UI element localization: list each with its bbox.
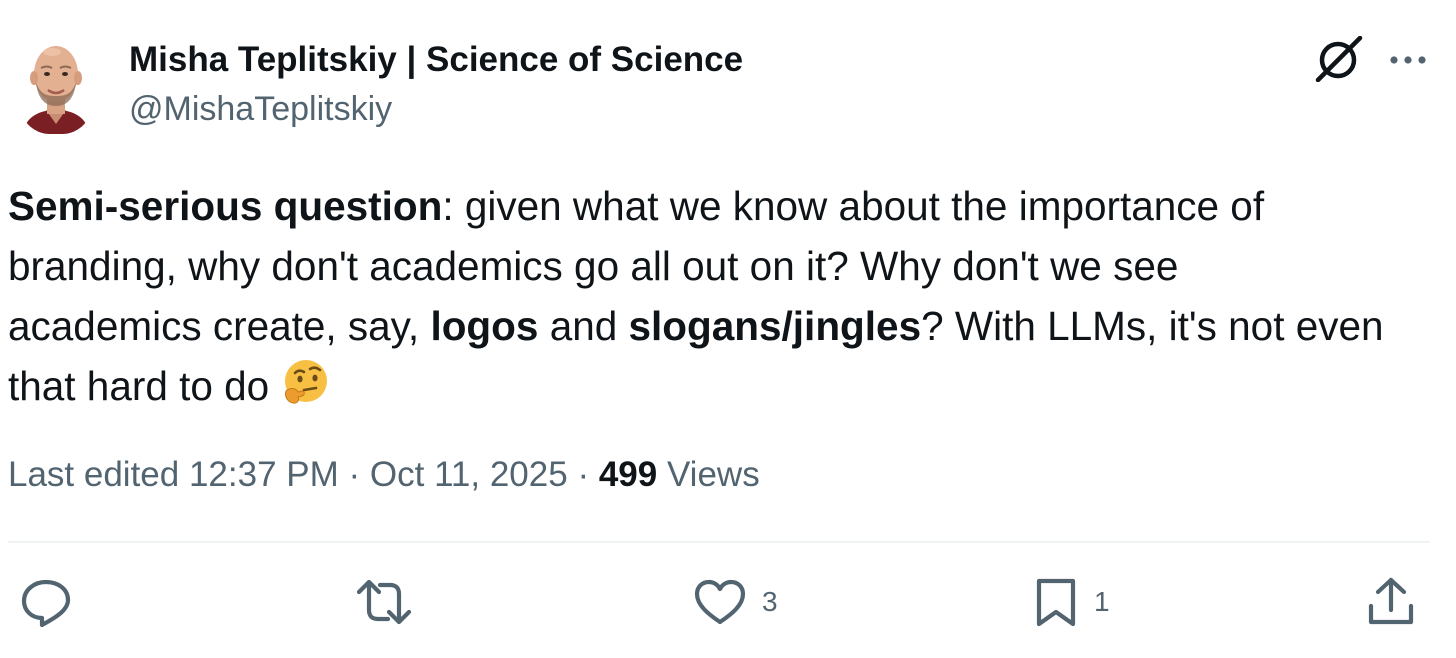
tweet-text-segment: ? With LLMs, it's not even [921, 303, 1384, 349]
share-button[interactable] [1366, 576, 1416, 628]
tweet-bold-phrase: Semi-serious question [8, 183, 443, 229]
meta-separator: · [567, 455, 599, 494]
retweet-button[interactable] [356, 576, 412, 628]
tweet-card: Misha Teplitskiy | Science of Science @M… [0, 0, 1456, 658]
meta-separator: · [338, 455, 370, 494]
like-button[interactable]: 3 [694, 576, 778, 628]
tweet-line-3: academics create, say, logos and slogans… [8, 296, 1448, 356]
grok-icon[interactable] [1314, 36, 1366, 82]
profile-photo-icon [22, 46, 90, 134]
tweet-line-1: Semi-serious question: given what we kno… [8, 176, 1448, 236]
bookmark-count: 1 [1094, 586, 1110, 617]
more-dots-icon[interactable] [1384, 40, 1436, 80]
tweet-bold-phrase: logos [430, 303, 539, 349]
heart-icon [694, 579, 746, 625]
tweet-date[interactable]: Oct 11, 2025 [370, 455, 568, 494]
author-display-name[interactable]: Misha Teplitskiy | Science of Science [129, 40, 743, 80]
avatar[interactable] [20, 36, 92, 134]
share-icon [1368, 577, 1414, 625]
views-count: 499 [598, 455, 658, 494]
tweet-text-segment: that hard to do [8, 363, 281, 409]
tweet-text-segment: : given what we know about the importanc… [442, 183, 1265, 229]
thinking-face-icon [280, 357, 330, 407]
reply-button[interactable] [20, 576, 72, 628]
retweet-icon [356, 579, 412, 625]
tweet-meta: Last edited 12:37 PM · Oct 11, 2025 · 49… [8, 455, 760, 495]
edited-timestamp[interactable]: Last edited 12:37 PM [8, 455, 339, 494]
tweet-text-segment: and [538, 303, 629, 349]
tweet-line-4: that hard to do [8, 356, 1448, 416]
views-label: Views [657, 455, 760, 494]
like-count: 3 [762, 586, 778, 617]
bookmark-button[interactable]: 1 [1034, 576, 1110, 628]
reply-icon [21, 579, 71, 628]
divider [8, 541, 1430, 543]
tweet-line-2: branding, why don't academics go all out… [8, 243, 1179, 289]
tweet-text-segment: academics create, say, [8, 303, 431, 349]
tweet-bold-phrase: slogans/jingles [628, 303, 922, 349]
tweet-text: Semi-serious question: given what we kno… [8, 176, 1448, 416]
bookmark-icon [1036, 578, 1076, 627]
author-handle[interactable]: @MishaTeplitskiy [129, 90, 392, 129]
